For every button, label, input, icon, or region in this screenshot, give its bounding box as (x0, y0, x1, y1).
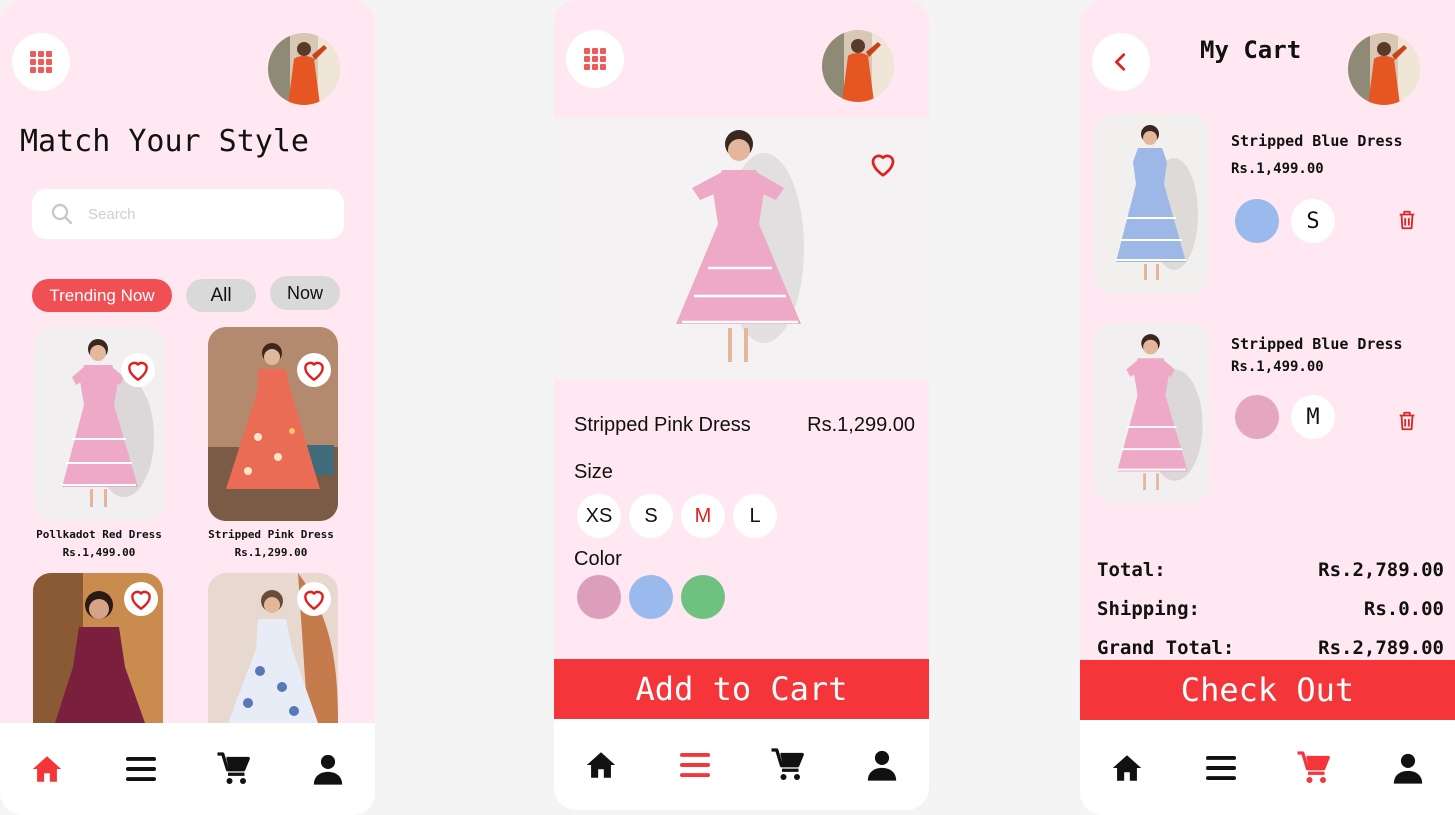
menu-icon (1203, 750, 1239, 786)
page-title: Match Your Style (20, 124, 309, 159)
product-name: Stripped Pink Dress (574, 414, 751, 436)
back-button[interactable] (1092, 33, 1150, 91)
cart-screen: My Cart Stripped Blue Dress Rs.1,499.00 … (1080, 0, 1455, 815)
nav-profile[interactable] (305, 746, 351, 792)
color-label: Color (574, 548, 622, 570)
home-screen: Match Your Style Search Trending Now All… (0, 0, 375, 815)
size-option-m[interactable]: M (681, 494, 725, 538)
search-icon (50, 202, 74, 226)
product-name: Pollkadot Red Dress (36, 528, 162, 541)
nav-cart[interactable] (1291, 745, 1337, 791)
summary-value: Rs.2,789.00 (1318, 637, 1444, 659)
grid-icon (583, 47, 607, 71)
home-icon (1110, 751, 1144, 785)
favorite-button[interactable] (297, 353, 331, 387)
cart-item-image (1094, 323, 1209, 503)
color-swatch-blue[interactable] (629, 575, 673, 619)
trash-icon (1396, 209, 1418, 231)
heart-icon (868, 149, 898, 179)
cart-item-size: S (1291, 199, 1335, 243)
product-price: Rs.1,299.00 (234, 546, 308, 559)
size-label: Size (574, 461, 613, 483)
summary-label: Grand Total: (1097, 637, 1235, 659)
nav-menu[interactable] (672, 742, 718, 788)
cart-item-size: M (1291, 395, 1335, 439)
cart-item-price: Rs.1,499.00 (1231, 161, 1324, 177)
nav-cart[interactable] (211, 746, 257, 792)
cart-item-price: Rs.1,499.00 (1231, 359, 1324, 375)
trash-icon (1396, 410, 1418, 432)
search-placeholder: Search (88, 205, 136, 223)
summary-label: Shipping: (1097, 598, 1200, 620)
cart-icon (216, 751, 252, 787)
cart-item-name: Stripped Blue Dress (1231, 132, 1403, 150)
nav-profile[interactable] (859, 742, 905, 788)
product-price: Rs.1,299.00 (807, 414, 915, 436)
home-icon (30, 752, 64, 786)
avatar[interactable] (1348, 33, 1420, 105)
product-name: Stripped Pink Dress (208, 528, 334, 541)
home-icon (584, 748, 618, 782)
size-option-xs[interactable]: XS (577, 494, 621, 538)
profile-icon (311, 752, 345, 786)
heart-icon (301, 586, 327, 612)
nav-home[interactable] (578, 742, 624, 788)
cart-icon (770, 747, 806, 783)
menu-icon (123, 751, 159, 787)
avatar[interactable] (268, 33, 340, 105)
delete-button[interactable] (1396, 209, 1418, 236)
color-swatch-pink[interactable] (577, 575, 621, 619)
bottom-nav (554, 719, 929, 810)
size-option-l[interactable]: L (733, 494, 777, 538)
summary-value: Rs.2,789.00 (1318, 559, 1444, 581)
grid-menu-button[interactable] (12, 33, 70, 91)
nav-menu[interactable] (118, 746, 164, 792)
favorite-button[interactable] (124, 582, 158, 616)
heart-icon (125, 357, 151, 383)
add-to-cart-button[interactable]: Add to Cart (554, 659, 929, 719)
profile-icon (1391, 751, 1425, 785)
page-title: My Cart (1200, 36, 1302, 64)
bottom-nav (1080, 720, 1455, 815)
menu-icon (677, 747, 713, 783)
favorite-button[interactable] (297, 582, 331, 616)
heart-icon (301, 357, 327, 383)
nav-menu[interactable] (1198, 745, 1244, 791)
chip-now[interactable]: Now (270, 276, 340, 310)
nav-home[interactable] (1104, 745, 1150, 791)
grid-menu-button[interactable] (566, 30, 624, 88)
cart-item-image (1094, 114, 1209, 294)
chip-all[interactable]: All (186, 279, 256, 312)
nav-home[interactable] (24, 746, 70, 792)
cart-item-color (1235, 395, 1279, 439)
cart-item-name: Stripped Blue Dress (1231, 335, 1403, 353)
favorite-button[interactable] (121, 353, 155, 387)
profile-icon (865, 748, 899, 782)
search-bar[interactable]: Search (32, 189, 344, 239)
nav-profile[interactable] (1385, 745, 1431, 791)
chip-trending-now[interactable]: Trending Now (32, 279, 172, 312)
size-option-s[interactable]: S (629, 494, 673, 538)
heart-icon (128, 586, 154, 612)
back-arrow-icon (1110, 51, 1132, 73)
favorite-button[interactable] (866, 147, 900, 181)
nav-cart[interactable] (765, 742, 811, 788)
color-swatch-green[interactable] (681, 575, 725, 619)
grid-icon (29, 50, 53, 74)
product-detail-screen: Stripped Pink Dress Rs.1,299.00 Size XS … (554, 0, 929, 810)
delete-button[interactable] (1396, 410, 1418, 437)
cart-icon (1296, 750, 1332, 786)
summary-value: Rs.0.00 (1363, 598, 1444, 620)
checkout-button[interactable]: Check Out (1080, 660, 1455, 720)
summary-label: Total: (1097, 559, 1166, 581)
cart-item-color (1235, 199, 1279, 243)
product-price: Rs.1,499.00 (62, 546, 136, 559)
bottom-nav (0, 723, 375, 815)
avatar[interactable] (822, 30, 894, 102)
